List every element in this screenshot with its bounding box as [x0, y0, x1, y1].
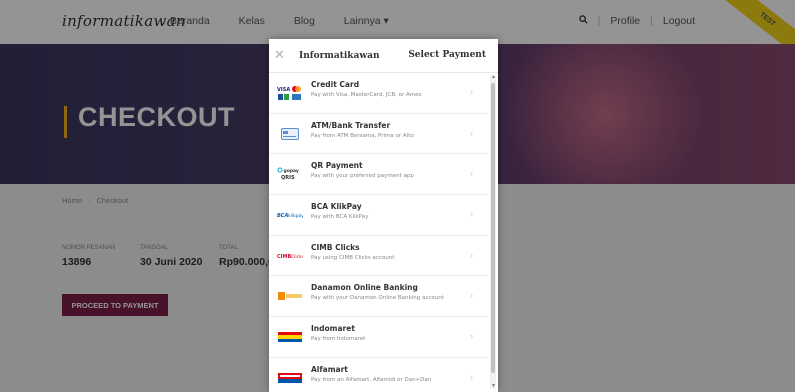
payment-method-bca-klikpay[interactable]: BCA klikpay BCA KlikPay Pay with BCA Klik…: [269, 195, 489, 236]
atm-card-icon: [277, 126, 303, 142]
payment-method-desc: Pay with BCA KlikPay: [311, 214, 369, 221]
payment-method-cimb-clicks[interactable]: CIMB Clicks CIMB Clicks Pay using CIMB Cl…: [269, 236, 489, 277]
scroll-down-arrow-icon[interactable]: ▼: [491, 383, 496, 389]
chevron-right-icon: ›: [470, 249, 473, 260]
payment-method-desc: Pay from Indomaret: [311, 336, 366, 343]
modal-header: ✕ Informatikawan Select Payment: [269, 39, 498, 73]
payment-method-list: VISA Credit Card Pay with Visa, MasterCa…: [269, 73, 489, 392]
payment-method-name: Alfamart: [311, 364, 348, 374]
visa-mastercard-icon: VISA: [277, 85, 303, 101]
alfamart-icon: [277, 370, 303, 386]
payment-method-desc: Pay from an Alfamart, Alfamidi or Dan+Da…: [311, 376, 432, 383]
chevron-right-icon: ›: [470, 290, 473, 301]
payment-method-desc: Pay with your preferred payment app: [311, 173, 414, 180]
svg-text:QRIS: QRIS: [281, 175, 295, 181]
merchant-name: Informatikawan: [299, 51, 380, 61]
svg-text:gopay: gopay: [284, 169, 299, 174]
payment-method-name: BCA KlikPay: [311, 202, 362, 212]
indomaret-icon: [277, 329, 303, 345]
scroll-up-arrow-icon[interactable]: ▲: [491, 74, 496, 80]
chevron-right-icon: ›: [470, 87, 473, 97]
payment-method-desc: Pay with Visa, MasterCard, JCB, or Amex: [311, 92, 422, 98]
payment-modal: ✕ Informatikawan Select Payment VISA Cre…: [269, 39, 498, 392]
payment-method-alfamart[interactable]: Alfamart Pay from an Alfamart, Alfamidi …: [269, 358, 489, 392]
cimb-clicks-icon: CIMB Clicks: [277, 248, 303, 264]
payment-method-name: Danamon Online Banking: [311, 283, 418, 293]
payment-method-credit-card[interactable]: VISA Credit Card Pay with Visa, MasterCa…: [269, 73, 489, 114]
payment-method-name: ATM/Bank Transfer: [311, 120, 391, 130]
danamon-icon: [277, 288, 303, 304]
chevron-right-icon: ›: [470, 209, 473, 220]
payment-method-name: CIMB Clicks: [311, 242, 360, 252]
chevron-right-icon: ›: [470, 331, 473, 342]
bca-klikpay-icon: BCA klikpay: [277, 207, 303, 223]
modal-title: Select Payment: [408, 50, 486, 60]
payment-method-name: Indomaret: [311, 324, 355, 334]
chevron-right-icon: ›: [470, 371, 473, 382]
svg-text:CIMB: CIMB: [277, 254, 292, 260]
svg-text:Clicks: Clicks: [291, 254, 303, 260]
gopay-qris-icon: gopay QRIS: [277, 166, 303, 182]
payment-method-qr[interactable]: gopay QRIS QR Payment Pay with your prefe…: [269, 154, 489, 196]
chevron-right-icon: ›: [470, 127, 473, 138]
payment-method-atm-transfer[interactable]: ATM/Bank Transfer Pay from ATM Bersama, …: [269, 114, 489, 155]
payment-method-name: Credit Card: [311, 80, 360, 89]
payment-method-desc: Pay with your Danamon Online Banking acc…: [311, 295, 444, 302]
payment-method-desc: Pay from ATM Bersama, Prima or Alto: [311, 132, 414, 139]
svg-text:BCA: BCA: [277, 213, 288, 219]
close-icon[interactable]: ✕: [274, 47, 285, 63]
payment-method-desc: Pay using CIMB Clicks account: [311, 254, 395, 261]
scrollbar-thumb[interactable]: [491, 83, 495, 373]
payment-method-name: QR Payment: [311, 161, 363, 171]
payment-method-indomaret[interactable]: Indomaret Pay from Indomaret ›: [269, 317, 489, 358]
chevron-right-icon: ›: [470, 168, 473, 179]
payment-method-danamon[interactable]: Danamon Online Banking Pay with your Dan…: [269, 276, 489, 318]
svg-text:klikpay: klikpay: [288, 213, 303, 219]
svg-text:VISA: VISA: [277, 87, 290, 93]
